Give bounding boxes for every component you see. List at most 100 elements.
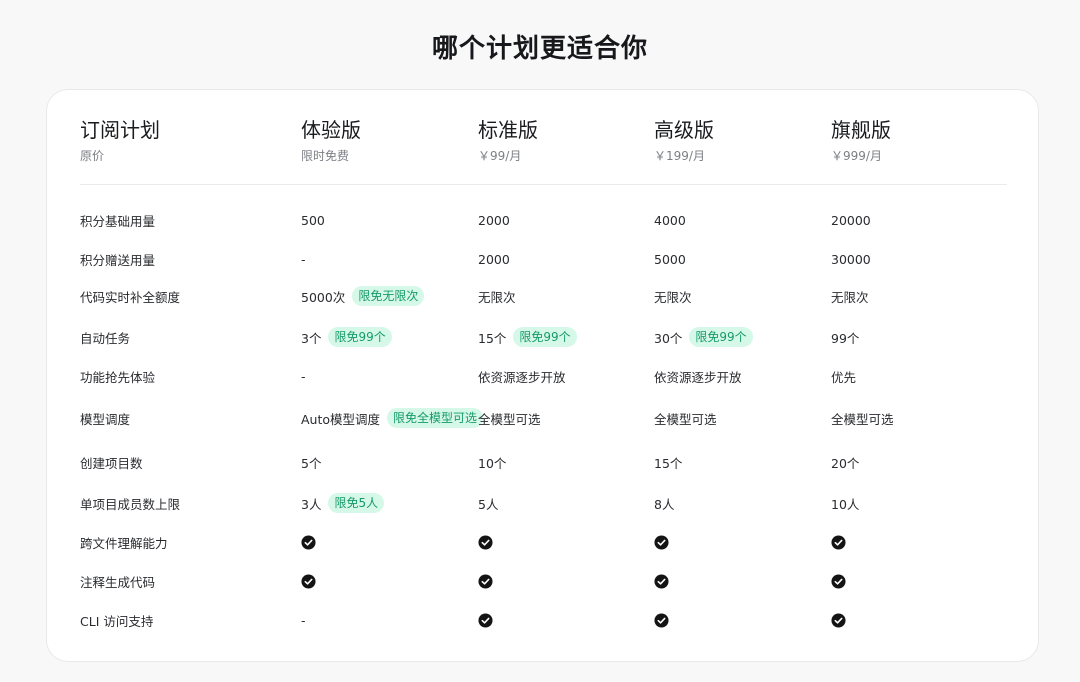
table-cell: 15个 限免99个 (478, 325, 577, 349)
table-cell: 无限次 (654, 284, 692, 308)
plan-header-standard: 标准版 ￥99/月 (478, 117, 538, 163)
cell-value: 无限次 (831, 289, 869, 305)
plan-name: 旗舰版 (831, 118, 891, 142)
table-cell (831, 608, 846, 632)
promo-badge: 限免5人 (328, 493, 385, 513)
promo-badge: 限免无限次 (352, 286, 425, 306)
check-circle-icon (654, 534, 669, 550)
table-row: 积分基础用量 500 2000 4000 20000 (0, 208, 1080, 232)
table-row: 创建项目数 5个 10个 15个 20个 (0, 450, 1080, 474)
table-cell (478, 608, 493, 632)
table-row: 跨文件理解能力 (0, 530, 1080, 554)
table-cell (654, 608, 669, 632)
plan-price: ￥999/月 (831, 149, 882, 163)
table-cell (654, 530, 669, 554)
check-circle-icon (301, 573, 316, 589)
table-cell: 3人 限免5人 (301, 491, 385, 515)
check-circle-icon (478, 573, 493, 589)
table-cell: 20个 (831, 450, 859, 474)
table-row: 自动任务 3个 限免99个 15个 限免99个 30个 限免99个 99个 (0, 325, 1080, 349)
table-cell: 3个 限免99个 (301, 325, 392, 349)
table-row: CLI 访问支持 - (0, 608, 1080, 632)
row-label: 积分赠送用量 (80, 252, 156, 268)
table-row: 代码实时补全额度 5000次 限免无限次 无限次 无限次 无限次 (0, 284, 1080, 308)
table-cell: 无限次 (831, 284, 869, 308)
cell-value: 依资源逐步开放 (478, 369, 566, 385)
cell-value: 依资源逐步开放 (654, 369, 742, 385)
cell-value: 无限次 (478, 289, 516, 305)
cell-value: 5000 (654, 251, 686, 267)
table-cell: 5个 (301, 450, 321, 474)
table-cell: - (301, 608, 306, 632)
table-row: 模型调度 Auto模型调度 限免全模型可选 全模型可选 全模型可选 全模型可选 (0, 406, 1080, 430)
cell-value: 2000 (478, 251, 510, 267)
cell-value: 8人 (654, 496, 675, 512)
cell-value: 全模型可选 (831, 411, 894, 427)
table-cell: 全模型可选 (654, 406, 717, 430)
table-cell: 无限次 (478, 284, 516, 308)
table-row: 积分赠送用量 - 2000 5000 30000 (0, 247, 1080, 271)
table-cell: 20000 (831, 208, 871, 232)
cell-value: 2000 (478, 212, 510, 228)
table-cell: 10人 (831, 491, 859, 515)
check-circle-icon (478, 534, 493, 550)
table-cell: 15个 (654, 450, 682, 474)
cell-value: 全模型可选 (478, 411, 541, 427)
table-cell (831, 530, 846, 554)
table-cell: 99个 (831, 325, 859, 349)
header-subtitle: 原价 (80, 149, 105, 163)
cell-value: 10个 (478, 455, 507, 471)
table-cell (831, 569, 846, 593)
table-cell: 5000 (654, 247, 686, 271)
plan-price: ￥99/月 (478, 149, 522, 163)
plan-header-advanced: 高级版 ￥199/月 (654, 117, 714, 163)
cell-value: 全模型可选 (654, 411, 717, 427)
cell-value: 99个 (831, 330, 860, 346)
promo-badge: 限免全模型可选 (387, 408, 484, 428)
header-divider (80, 184, 1007, 185)
row-label: 积分基础用量 (80, 213, 156, 229)
row-label: 跨文件理解能力 (80, 535, 168, 551)
table-cell (654, 569, 669, 593)
cell-value: 15个 (478, 330, 507, 346)
table-cell: 30个 限免99个 (654, 325, 753, 349)
cell-value: 500 (301, 212, 325, 228)
cell-value: 5000次 (301, 289, 346, 305)
table-cell: 依资源逐步开放 (478, 364, 566, 388)
table-row: 功能抢先体验 - 依资源逐步开放 依资源逐步开放 优先 (0, 364, 1080, 388)
cell-value: 3人 (301, 496, 322, 512)
header-label-cell: 订阅计划 原价 (80, 117, 160, 163)
cell-value: 20000 (831, 212, 871, 228)
row-label: 代码实时补全额度 (80, 289, 181, 305)
table-cell: 5人 (478, 491, 498, 515)
table-cell (301, 569, 316, 593)
row-label: 创建项目数 (80, 455, 143, 471)
promo-badge: 限免99个 (689, 327, 753, 347)
cell-value: 20个 (831, 455, 860, 471)
check-circle-icon (831, 612, 846, 628)
check-circle-icon (654, 612, 669, 628)
row-label: CLI 访问支持 (80, 613, 154, 629)
table-cell: 5000次 限免无限次 (301, 284, 425, 308)
cell-value: 10人 (831, 496, 860, 512)
table-cell: 依资源逐步开放 (654, 364, 742, 388)
plan-name: 标准版 (478, 118, 538, 142)
table-cell: Auto模型调度 限免全模型可选 (301, 406, 484, 430)
cell-value: - (301, 612, 306, 628)
row-label: 单项目成员数上限 (80, 496, 181, 512)
cell-value: 优先 (831, 369, 857, 385)
cell-value: 30000 (831, 251, 871, 267)
cell-value: 5人 (478, 496, 499, 512)
plan-header-flagship: 旗舰版 ￥999/月 (831, 117, 891, 163)
row-label: 注释生成代码 (80, 574, 156, 590)
plan-price: 限时免费 (301, 149, 350, 163)
cell-value: - (301, 368, 306, 384)
cell-value: 30个 (654, 330, 683, 346)
table-cell (478, 569, 493, 593)
row-label: 自动任务 (80, 330, 131, 346)
cell-value: 3个 (301, 330, 322, 346)
header-title: 订阅计划 (80, 118, 160, 142)
table-cell: - (301, 247, 306, 271)
table-cell: 全模型可选 (478, 406, 541, 430)
cell-value: 15个 (654, 455, 683, 471)
